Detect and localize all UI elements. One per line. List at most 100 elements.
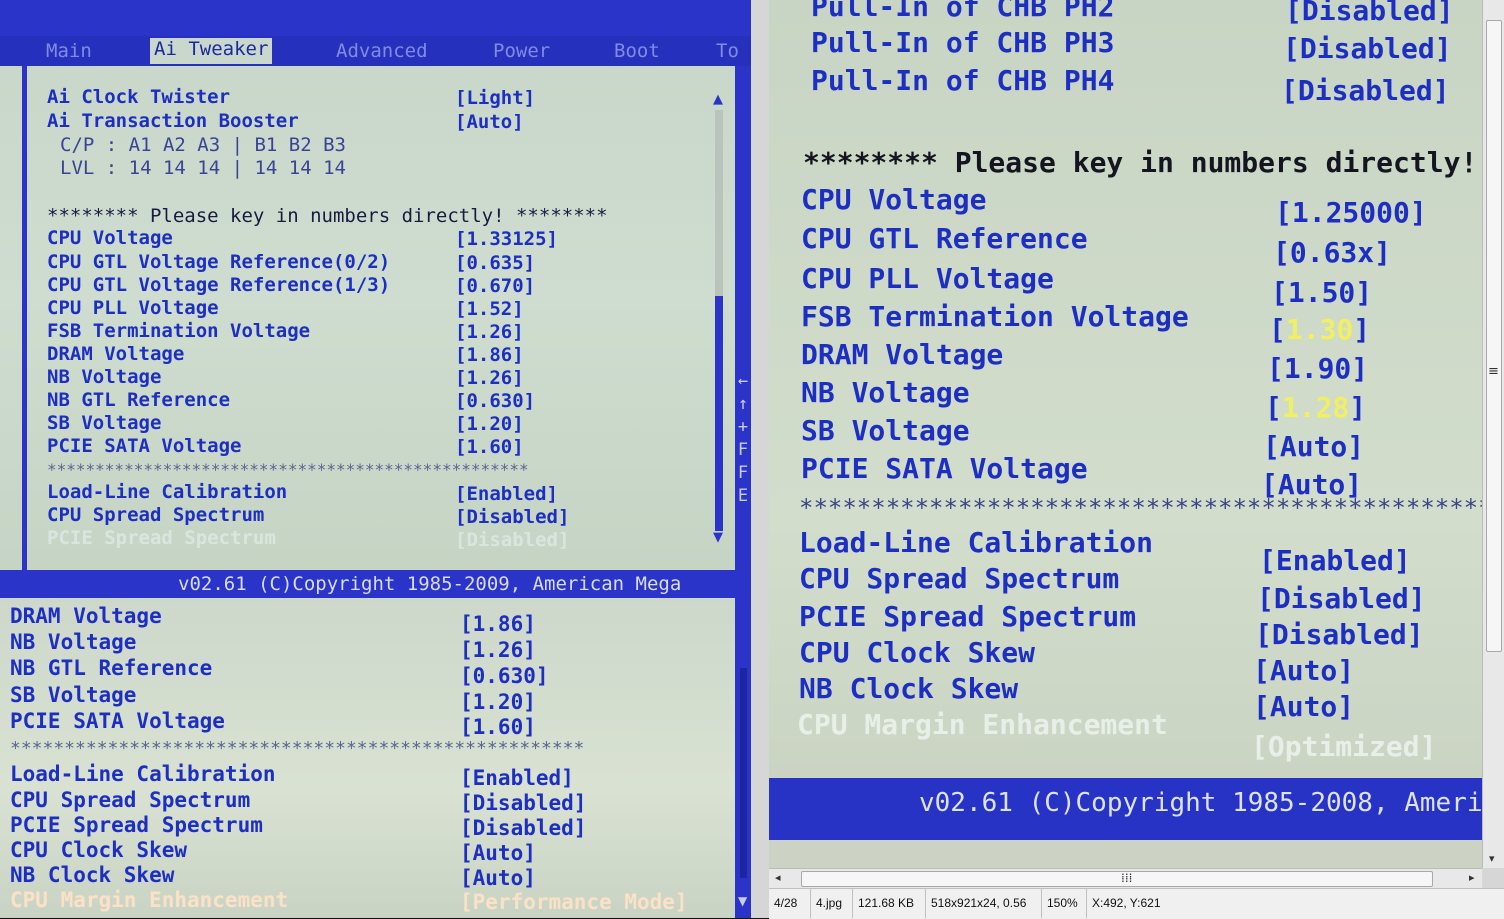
- voltage-label[interactable]: CPU Voltage: [801, 183, 986, 216]
- voltage-value[interactable]: [0.63x]: [1273, 236, 1391, 269]
- voltage-label[interactable]: DRAM Voltage: [801, 338, 1003, 371]
- setting-value[interactable]: [Disabled]: [460, 791, 586, 815]
- setting-label[interactable]: CPU Clock Skew: [799, 636, 1035, 669]
- setting-value[interactable]: [Auto]: [1253, 654, 1354, 687]
- setting-label[interactable]: Load-Line Calibration: [10, 762, 276, 786]
- voltage-label[interactable]: DRAM Voltage: [10, 604, 162, 628]
- voltage-label[interactable]: DRAM Voltage: [47, 343, 184, 365]
- voltage-label[interactable]: CPU GTL Reference: [801, 222, 1088, 255]
- voltage-value[interactable]: [1.33125]: [455, 228, 558, 250]
- voltage-label[interactable]: PCIE SATA Voltage: [47, 435, 241, 457]
- setting-label[interactable]: Load-Line Calibration: [47, 481, 287, 503]
- scrollbar[interactable]: ▲ ▼: [711, 92, 727, 545]
- voltage-label[interactable]: CPU GTL Voltage Reference(1/3): [47, 274, 390, 296]
- setting-label[interactable]: CPU Spread Spectrum: [47, 504, 264, 526]
- voltage-value[interactable]: [1.25000]: [1275, 196, 1427, 229]
- voltage-label[interactable]: SB Voltage: [10, 683, 136, 707]
- setting-label[interactable]: Pull-In of CHB PH2: [811, 0, 1114, 23]
- voltage-label[interactable]: CPU PLL Voltage: [47, 297, 219, 319]
- setting-value-highlighted[interactable]: [Disabled]: [455, 529, 569, 551]
- setting-label[interactable]: Ai Transaction Booster: [47, 110, 299, 132]
- voltage-value[interactable]: [1.30]: [1269, 313, 1370, 346]
- scroll-right-icon[interactable]: ▸: [1469, 871, 1475, 884]
- setting-label[interactable]: NB Clock Skew: [799, 672, 1018, 705]
- setting-label[interactable]: PCIE Spread Spectrum: [10, 813, 263, 837]
- setting-label-highlighted[interactable]: CPU Margin Enhancement: [10, 888, 288, 912]
- setting-value[interactable]: [Disabled]: [1283, 32, 1452, 65]
- voltage-value[interactable]: [0.630]: [455, 390, 535, 412]
- voltage-value[interactable]: [1.52]: [455, 298, 524, 320]
- voltage-value[interactable]: [1.26]: [455, 367, 524, 389]
- setting-value[interactable]: [Light]: [455, 87, 535, 109]
- setting-label-highlighted[interactable]: CPU Margin Enhancement: [797, 708, 1168, 741]
- setting-label[interactable]: CPU Spread Spectrum: [10, 788, 250, 812]
- setting-label[interactable]: CPU Spread Spectrum: [799, 562, 1119, 595]
- scroll-thumb[interactable]: [715, 296, 723, 531]
- voltage-label[interactable]: NB Voltage: [801, 376, 970, 409]
- setting-label[interactable]: Pull-In of CHB PH4: [811, 64, 1114, 97]
- setting-label[interactable]: Ai Clock Twister: [47, 86, 230, 108]
- voltage-value[interactable]: [Auto]: [1263, 430, 1364, 463]
- voltage-label[interactable]: CPU PLL Voltage: [801, 262, 1054, 295]
- setting-label[interactable]: Pull-In of CHB PH3: [811, 26, 1114, 59]
- voltage-label[interactable]: SB Voltage: [47, 412, 161, 434]
- setting-value[interactable]: [Disabled]: [1255, 618, 1424, 651]
- voltage-label[interactable]: FSB Termination Voltage: [47, 320, 310, 342]
- voltage-label[interactable]: NB Voltage: [47, 366, 161, 388]
- voltage-value[interactable]: [1.26]: [460, 638, 536, 662]
- voltage-label[interactable]: NB GTL Reference: [47, 389, 230, 411]
- voltage-label[interactable]: NB GTL Reference: [10, 656, 212, 680]
- setting-value[interactable]: [Auto]: [460, 841, 536, 865]
- setting-label[interactable]: NB Clock Skew: [10, 863, 174, 887]
- scroll-up-icon[interactable]: ▲: [713, 92, 723, 107]
- tab-tools[interactable]: To: [716, 40, 739, 62]
- voltage-label[interactable]: NB Voltage: [10, 630, 136, 654]
- setting-value[interactable]: [Disabled]: [460, 816, 586, 840]
- voltage-value[interactable]: [1.20]: [460, 690, 536, 714]
- setting-label[interactable]: Load-Line Calibration: [799, 526, 1153, 559]
- voltage-value[interactable]: [1.50]: [1271, 276, 1372, 309]
- voltage-label[interactable]: CPU GTL Voltage Reference(0/2): [47, 251, 390, 273]
- voltage-label[interactable]: PCIE SATA Voltage: [10, 709, 225, 733]
- voltage-value[interactable]: [1.90]: [1267, 352, 1368, 385]
- setting-value[interactable]: [Auto]: [460, 866, 536, 890]
- scrollbar[interactable]: ▼: [735, 598, 751, 918]
- voltage-value[interactable]: [0.670]: [455, 275, 535, 297]
- voltage-value[interactable]: [0.635]: [455, 252, 535, 274]
- setting-label[interactable]: PCIE Spread Spectrum: [799, 600, 1136, 633]
- voltage-value[interactable]: [1.86]: [460, 612, 536, 636]
- voltage-value[interactable]: [1.60]: [460, 715, 536, 739]
- scroll-down-icon[interactable]: ▼: [738, 894, 747, 908]
- voltage-value[interactable]: [1.60]: [455, 436, 524, 458]
- scroll-thumb[interactable]: [740, 668, 747, 878]
- tab-advanced[interactable]: Advanced: [336, 40, 428, 62]
- voltage-label[interactable]: FSB Termination Voltage: [801, 300, 1189, 333]
- setting-value[interactable]: [Enabled]: [460, 766, 574, 790]
- vertical-scroll-thumb[interactable]: [1486, 20, 1502, 652]
- setting-value[interactable]: [Enabled]: [455, 483, 558, 505]
- setting-value[interactable]: [Enabled]: [1259, 544, 1411, 577]
- voltage-label[interactable]: CPU Voltage: [47, 227, 173, 249]
- voltage-value[interactable]: [0.630]: [460, 664, 549, 688]
- setting-value[interactable]: [Disabled]: [455, 506, 569, 528]
- voltage-value[interactable]: [1.20]: [455, 413, 524, 435]
- setting-value[interactable]: [Auto]: [455, 111, 524, 133]
- setting-value[interactable]: [Auto]: [1253, 690, 1354, 723]
- tab-power[interactable]: Power: [493, 40, 550, 62]
- scroll-left-icon[interactable]: ◂: [775, 871, 781, 884]
- highlighted-value[interactable]: 1.28: [1282, 391, 1349, 424]
- voltage-value[interactable]: [1.26]: [455, 321, 524, 343]
- voltage-value[interactable]: [1.86]: [455, 344, 524, 366]
- setting-value[interactable]: [Disabled]: [1281, 74, 1450, 107]
- tab-boot[interactable]: Boot: [614, 40, 660, 62]
- voltage-label[interactable]: PCIE SATA Voltage: [801, 452, 1088, 485]
- setting-value-highlighted[interactable]: [Performance Mode]: [460, 890, 688, 914]
- tab-ai-tweaker[interactable]: Ai Tweaker: [150, 38, 273, 64]
- setting-label-highlighted[interactable]: PCIE Spread Spectrum: [47, 527, 276, 549]
- scroll-down-icon[interactable]: ▼: [713, 530, 723, 545]
- setting-label[interactable]: CPU Clock Skew: [10, 838, 187, 862]
- highlighted-value[interactable]: 1.30: [1286, 313, 1353, 346]
- tab-main[interactable]: Main: [46, 40, 92, 62]
- setting-value-highlighted[interactable]: [Optimized]: [1251, 730, 1436, 763]
- setting-value[interactable]: [Disabled]: [1257, 582, 1426, 615]
